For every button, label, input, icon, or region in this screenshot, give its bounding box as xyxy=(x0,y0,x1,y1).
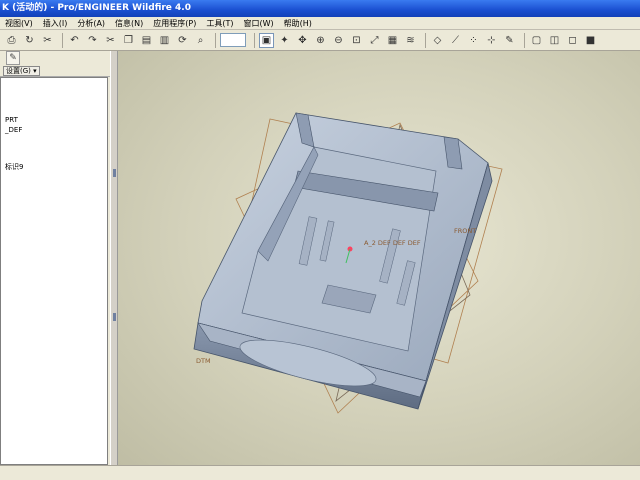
settings-label: 设置(G) xyxy=(6,67,31,75)
orient-icon[interactable]: ✥ xyxy=(295,33,310,48)
model-tree[interactable]: PRT _DEF 标识9 xyxy=(0,77,108,465)
cut-icon[interactable]: ✂ xyxy=(40,33,55,48)
spin-center-icon[interactable]: ✦ xyxy=(277,33,292,48)
datum-label-left[interactable]: DTM xyxy=(196,357,211,365)
hidden-line-icon[interactable]: ◫ xyxy=(547,33,562,48)
zoom-in-icon[interactable]: ⊕ xyxy=(313,33,328,48)
menu-item-1[interactable]: 插入(I) xyxy=(38,18,73,29)
datum-label-center[interactable]: A_2 DEF DEF DEF xyxy=(364,239,421,247)
saved-views-icon[interactable]: ▦ xyxy=(385,33,400,48)
repaint-icon[interactable]: ▣ xyxy=(259,32,274,48)
menu-item-0[interactable]: 视图(V) xyxy=(0,18,38,29)
copy-icon[interactable]: ❐ xyxy=(121,33,136,48)
redo-arrow-icon[interactable]: ↷ xyxy=(85,33,100,48)
menu-item-5[interactable]: 工具(T) xyxy=(201,18,238,29)
layers-icon[interactable]: ≋ xyxy=(403,33,418,48)
datum-axes-icon[interactable]: ⟋ xyxy=(448,33,463,48)
splitter-grip-bottom[interactable] xyxy=(113,313,116,321)
wireframe-icon[interactable]: ▢ xyxy=(529,33,544,48)
datum-label-front[interactable]: FRONT xyxy=(454,227,476,235)
navigator-panel: ✎ 设置(G) ▾ PRT _DEF 标识9 xyxy=(0,51,110,465)
no-hidden-icon[interactable]: ◻ xyxy=(565,33,580,48)
folder-browser-icon[interactable]: ✎ xyxy=(6,51,20,65)
window-title-bar: K (活动的) - Pro/ENGINEER Wildfire 4.0 xyxy=(0,0,640,17)
undo-icon[interactable]: ↶ xyxy=(67,33,82,48)
reorient-icon[interactable]: ⤢ xyxy=(367,33,382,48)
toolbar-separator xyxy=(62,32,63,48)
tree-item-mark[interactable]: 标识9 xyxy=(5,162,23,172)
toolbar-combo[interactable] xyxy=(220,33,246,47)
main-toolbar: ⎙ ↻ ✂ ↶ ↷ ✂ ❐ ▤ ▥ ⟳ ⌕ ▣ ✦ ✥ ⊕ ⊖ ⊡ ⤢ ▦ ≋ ◇ ⟋ ⁘ ⊹ ✎ ▢ ◫ ◻ ■ xyxy=(0,30,640,51)
status-bar xyxy=(0,465,640,480)
part-model[interactable] xyxy=(193,112,493,410)
annotation-icon[interactable]: ✎ xyxy=(502,33,517,48)
regenerate-icon[interactable]: ⟳ xyxy=(175,33,190,48)
graphics-window[interactable]: FRONT A_2 DEF DEF DEF DTM xyxy=(118,51,640,465)
menu-item-6[interactable]: 窗口(W) xyxy=(239,18,279,29)
datum-planes-icon[interactable]: ◇ xyxy=(430,33,445,48)
model-tree-settings-row: 设置(G) ▾ xyxy=(0,65,110,77)
tree-item-prt[interactable]: PRT xyxy=(5,116,18,124)
menu-item-3[interactable]: 信息(N) xyxy=(110,18,148,29)
zoom-out-icon[interactable]: ⊖ xyxy=(331,33,346,48)
toolbar-separator xyxy=(425,32,426,48)
menu-item-7[interactable]: 帮助(H) xyxy=(279,18,317,29)
splitter-grip-top[interactable] xyxy=(113,169,116,177)
menu-bar: 视图(V) 插入(I) 分析(A) 信息(N) 应用程序(P) 工具(T) 窗口(W) 帮助(… xyxy=(0,17,640,30)
toolbar-separator xyxy=(254,32,255,48)
settings-button[interactable]: 设置(G) ▾ xyxy=(3,66,40,76)
toolbar-separator xyxy=(524,32,525,48)
panel-splitter[interactable] xyxy=(110,51,118,465)
toolbar-separator xyxy=(215,32,216,48)
tree-item-def[interactable]: _DEF xyxy=(5,126,22,134)
model-view-svg: FRONT A_2 DEF DEF DEF DTM xyxy=(193,112,503,414)
navigator-tabs: ✎ xyxy=(0,51,110,65)
find-icon[interactable]: ⌕ xyxy=(193,33,208,48)
shading-icon[interactable]: ■ xyxy=(583,33,598,48)
menu-item-2[interactable]: 分析(A) xyxy=(72,18,110,29)
coordinate-systems-icon[interactable]: ⊹ xyxy=(484,33,499,48)
redo-icon[interactable]: ↻ xyxy=(22,33,37,48)
window-title: K (活动的) - Pro/ENGINEER Wildfire 4.0 xyxy=(2,3,191,13)
paste-icon[interactable]: ▤ xyxy=(139,33,154,48)
datum-points-icon[interactable]: ⁘ xyxy=(466,33,481,48)
menu-item-4[interactable]: 应用程序(P) xyxy=(148,18,201,29)
paste-special-icon[interactable]: ▥ xyxy=(157,33,172,48)
refit-icon[interactable]: ⊡ xyxy=(349,33,364,48)
scissors-icon[interactable]: ✂ xyxy=(103,33,118,48)
print-icon[interactable]: ⎙ xyxy=(4,33,19,48)
